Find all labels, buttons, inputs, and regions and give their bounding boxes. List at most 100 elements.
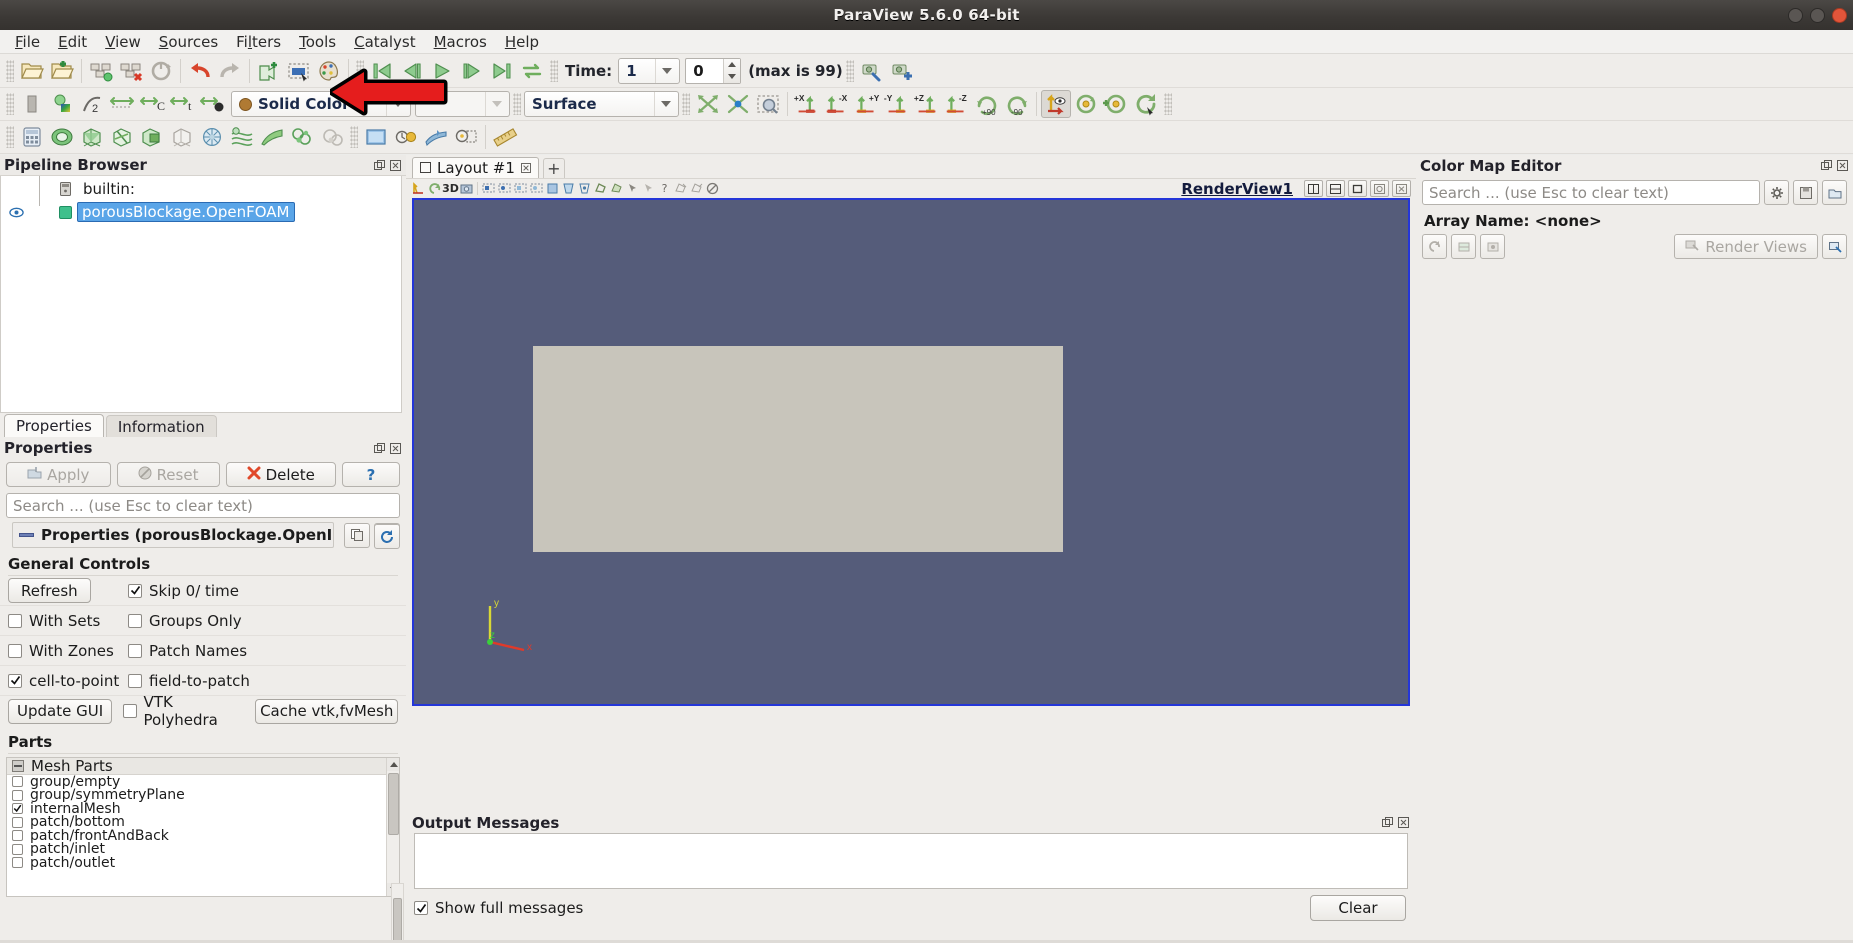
close-panel-icon[interactable] (389, 442, 402, 455)
hover-cells-icon[interactable] (641, 181, 656, 197)
select-polygon-icon[interactable] (593, 181, 608, 197)
vcr-toolbar-grip[interactable] (356, 59, 364, 82)
load-state-icon[interactable] (116, 57, 146, 85)
reload-icon[interactable] (146, 57, 176, 85)
clip-icon[interactable] (77, 123, 107, 151)
menu-filters[interactable]: Filters (227, 31, 290, 53)
auto-render-icon[interactable] (1822, 234, 1847, 259)
checkbox-box[interactable] (8, 643, 22, 658)
scalar-bar-icon[interactable] (17, 90, 47, 118)
clear-selection-icon[interactable]: ? (657, 181, 672, 197)
camera-settings-icon[interactable] (857, 57, 887, 85)
load-preset-icon[interactable] (1822, 180, 1847, 205)
checkbox-box[interactable] (12, 816, 23, 828)
undo-icon[interactable] (185, 57, 215, 85)
extract-subset-icon[interactable] (167, 123, 197, 151)
frame-spinbox[interactable]: 0 (685, 57, 742, 84)
spin-down-icon[interactable] (724, 71, 740, 83)
toolbar-grip[interactable] (6, 59, 14, 82)
slice-icon[interactable] (107, 123, 137, 151)
hover-points-icon[interactable] (625, 181, 640, 197)
float-panel-icon[interactable] (1820, 159, 1833, 172)
select-points-through-icon[interactable] (529, 181, 544, 197)
time-toolbar-grip[interactable] (550, 59, 558, 82)
filters-toolbar-grip[interactable] (6, 126, 14, 148)
maximize-icon[interactable] (1348, 180, 1367, 197)
rescale-visible-icon[interactable] (107, 90, 137, 118)
rescale-range-icon[interactable] (1422, 234, 1447, 259)
edit-color-map-icon[interactable] (197, 90, 227, 118)
reset-button[interactable]: Reset (116, 462, 220, 487)
maximize-button[interactable] (1810, 7, 1825, 23)
spin-up-icon[interactable] (724, 59, 740, 71)
reset-camera-icon[interactable] (693, 90, 723, 118)
close-icon[interactable] (520, 159, 531, 177)
tristate-checkbox[interactable] (12, 760, 24, 772)
parts-list-scrollbar[interactable] (386, 758, 399, 896)
menu-edit[interactable]: Edit (49, 31, 96, 53)
glyph-icon[interactable] (197, 123, 227, 151)
checkbox-box[interactable] (12, 830, 23, 842)
trailing-grip[interactable] (1164, 93, 1172, 115)
color-map-search[interactable] (1422, 180, 1760, 205)
pipeline-item-builtin[interactable]: builtin: (1, 180, 401, 198)
warp-icon[interactable] (257, 123, 287, 151)
last-frame-icon[interactable] (487, 57, 517, 85)
close-panel-icon[interactable] (1836, 159, 1849, 172)
menu-sources[interactable]: Sources (150, 31, 227, 53)
clear-button[interactable]: Clear (1310, 895, 1406, 921)
pipeline-item-porousblockage[interactable]: porousBlockage.OpenFOAM (1, 202, 401, 222)
camera-controls-grip[interactable] (682, 93, 690, 115)
interactive-select-icon[interactable] (609, 181, 624, 197)
select-cells-icon[interactable] (481, 181, 496, 197)
zoom-to-box-icon[interactable] (753, 90, 783, 118)
previous-frame-icon[interactable] (397, 57, 427, 85)
repr-grip[interactable] (513, 93, 521, 115)
array-component-combo[interactable] (415, 91, 510, 117)
scalar-bar-visibility-icon[interactable] (705, 181, 720, 197)
cache-button[interactable]: Cache vtk,fvMesh (255, 698, 398, 724)
close-panel-icon[interactable] (389, 159, 402, 172)
group-datasets-icon[interactable] (287, 123, 317, 151)
minus-z-icon[interactable]: -Z (942, 90, 972, 118)
layout-tab-1[interactable]: Layout #1 (412, 157, 539, 178)
checkbox-box[interactable] (12, 857, 23, 869)
mode-3d-label[interactable]: 3D (442, 181, 459, 197)
restore-defaults-icon[interactable] (374, 524, 400, 549)
float-panel-icon[interactable] (373, 442, 386, 455)
close-view-icon[interactable] (1392, 180, 1411, 197)
rescale-visible-icon[interactable] (1480, 234, 1505, 259)
checkbox-box[interactable] (12, 803, 23, 815)
close-button[interactable] (1832, 7, 1847, 23)
save-preset-icon[interactable] (1793, 180, 1818, 205)
mesh-block[interactable] (533, 346, 1063, 552)
update-gui-button[interactable]: Update GUI (8, 698, 113, 724)
spreadsheet-icon[interactable] (421, 123, 451, 151)
plot-selection-icon[interactable] (391, 123, 421, 151)
color-palette-icon[interactable] (314, 57, 344, 85)
list-item[interactable]: patch/outlet (7, 855, 399, 871)
frame-spinbox-arrows[interactable] (723, 58, 741, 83)
pipeline-tree[interactable]: builtin: porousBlockage.OpenFOAM (0, 176, 402, 413)
next-frame-icon[interactable] (457, 57, 487, 85)
minus-y-icon[interactable]: -Y (882, 90, 912, 118)
views-grip[interactable] (350, 126, 358, 148)
checkbox-box[interactable] (122, 704, 137, 718)
checkbox-patch-names[interactable]: Patch Names (128, 642, 247, 660)
checkbox-box[interactable] (12, 843, 23, 855)
properties-search[interactable] (6, 493, 400, 518)
select-cells-through-icon[interactable] (513, 181, 528, 197)
calculator-icon[interactable] (17, 123, 47, 151)
visibility-toggle[interactable] (5, 207, 27, 218)
show-center-icon[interactable] (1041, 90, 1071, 118)
plot-over-line-icon[interactable] (361, 123, 391, 151)
representation-toolbar-grip[interactable] (6, 93, 14, 115)
split-horizontal-icon[interactable] (1304, 180, 1323, 197)
zoom-to-data-icon[interactable] (723, 90, 753, 118)
color-by-combo[interactable]: Solid Color (231, 91, 411, 117)
camera-undo-icon[interactable] (427, 181, 442, 197)
rescale-custom-icon[interactable]: 2 (77, 90, 107, 118)
parts-list-header[interactable]: Mesh Parts (7, 758, 399, 775)
rescale-custom-icon[interactable] (1451, 234, 1476, 259)
grow-selection-icon[interactable] (673, 181, 688, 197)
